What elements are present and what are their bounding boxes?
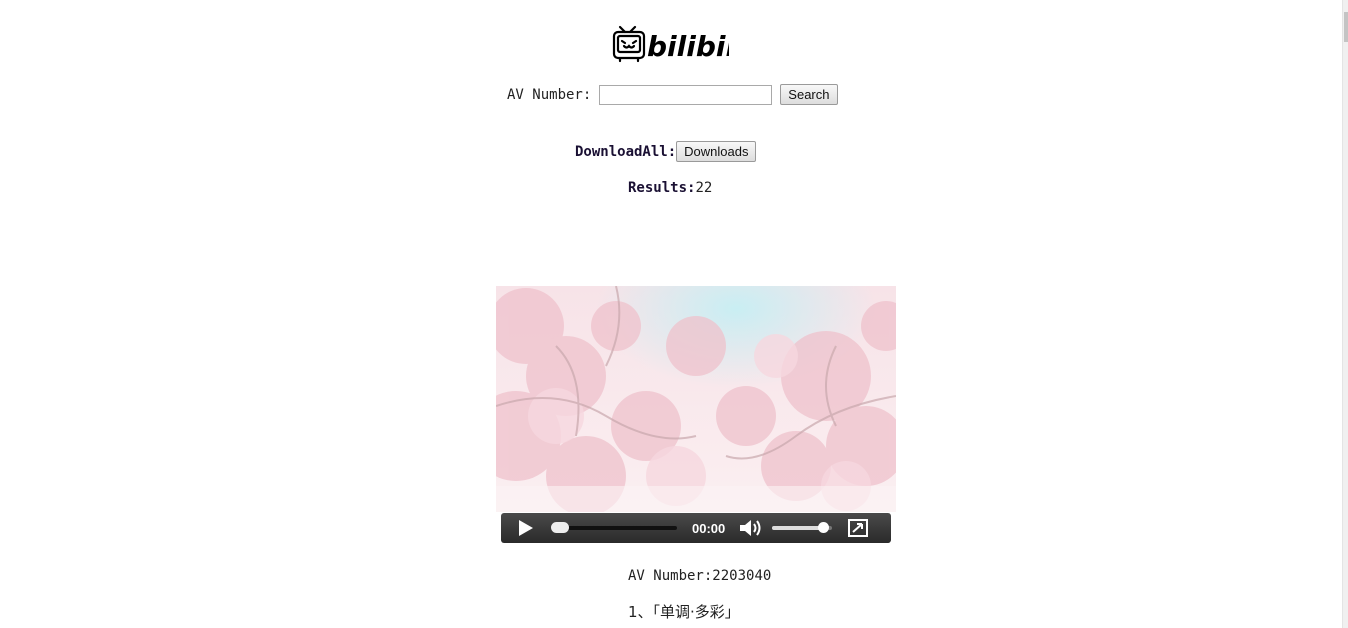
search-button[interactable]: Search	[780, 84, 838, 105]
item-av-number: AV Number:2203040	[628, 568, 771, 584]
volume-icon[interactable]	[738, 513, 764, 543]
video-preview[interactable]	[496, 286, 896, 512]
time-display: 00:00	[692, 520, 726, 536]
item-av-label: AV Number:	[628, 568, 713, 584]
bilibili-logo: bilibili	[611, 23, 745, 63]
fullscreen-icon[interactable]	[848, 513, 870, 543]
page-scrollbar[interactable]	[1342, 0, 1348, 628]
play-icon[interactable]	[511, 513, 539, 543]
volume-knob[interactable]	[817, 522, 829, 533]
downloads-button[interactable]: Downloads	[676, 141, 757, 162]
video-controls: 00:00	[501, 513, 891, 543]
progress-knob[interactable]	[551, 522, 569, 533]
scrollbar-thumb[interactable]	[1344, 12, 1348, 42]
results-count: Results:22	[628, 180, 712, 196]
download-all-label: DownloadAll:	[575, 143, 677, 160]
av-number-label: AV Number:	[507, 86, 592, 103]
results-label: Results:	[628, 180, 696, 196]
progress-bar[interactable]	[551, 522, 677, 533]
item-title: 1、「单调·多彩」	[628, 603, 740, 621]
results-value: 22	[695, 180, 713, 196]
volume-slider[interactable]	[772, 522, 832, 533]
download-all-row: DownloadAll: Downloads	[575, 141, 757, 162]
av-number-input[interactable]	[599, 84, 773, 105]
item-av-value: 2203040	[712, 568, 772, 584]
search-row: AV Number: Search	[507, 84, 838, 105]
logo-wordmark: bilibili	[647, 30, 729, 63]
